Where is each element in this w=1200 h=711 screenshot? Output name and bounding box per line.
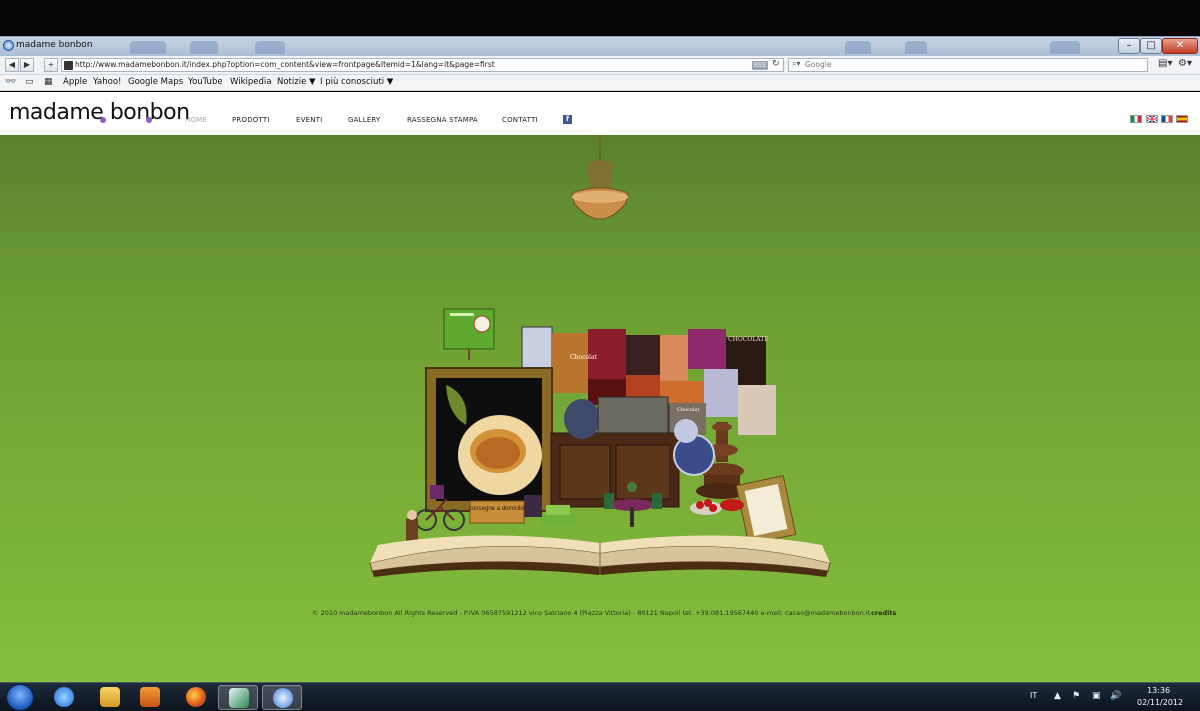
strawberries bbox=[690, 499, 744, 515]
bookmarks-bar: 👓 ▭ ▦ Apple Yahoo! Google Maps YouTube W… bbox=[0, 75, 1200, 91]
bookmark-notizie[interactable]: Notizie ▼ bbox=[277, 77, 316, 87]
ghost-tab bbox=[905, 41, 927, 54]
address-bar[interactable]: http://www.madamebonbon.it/index.php?opt… bbox=[61, 58, 784, 72]
screen: madame bonbon – □ ✕ ◀ ▶ + http://www.mad… bbox=[0, 0, 1200, 711]
menu-item-home[interactable]: HOME bbox=[185, 116, 207, 124]
windows-taskbar: IT ▲ ⚑ ▣ 🔊 13:36 02/11/2012 bbox=[0, 682, 1200, 711]
fr-flag-icon[interactable] bbox=[1161, 115, 1173, 123]
logo-bonbon-dot bbox=[100, 117, 106, 123]
ghost-tab bbox=[1050, 41, 1080, 54]
firefox-icon bbox=[186, 687, 206, 707]
top-sites-grid-icon[interactable]: ▦ bbox=[44, 77, 53, 87]
taskbar-explorer-button[interactable] bbox=[90, 685, 130, 710]
site-footer: © 2010 madamebonbon All Rights Reserved … bbox=[312, 609, 871, 617]
browser-titlebar[interactable]: madame bonbon – □ ✕ bbox=[0, 36, 1200, 56]
tray-expand-icon[interactable]: ▲ bbox=[1054, 691, 1061, 701]
taskbar-ie-button[interactable] bbox=[44, 685, 84, 710]
menu-item-prodotti[interactable]: PRODOTTI bbox=[232, 116, 270, 124]
menu-item-contatti[interactable]: CONTATTI bbox=[502, 116, 538, 124]
search-icon: ⌕▾ bbox=[792, 59, 801, 68]
search-input[interactable] bbox=[805, 60, 1135, 69]
chandelier-icon bbox=[571, 135, 629, 220]
clock-date[interactable]: 02/11/2012 bbox=[1137, 698, 1183, 707]
gear-icon[interactable]: ⚙▾ bbox=[1178, 58, 1192, 69]
menu-placard bbox=[443, 308, 495, 360]
facebook-icon[interactable]: f bbox=[563, 115, 572, 124]
taskbar-firefox-button[interactable] bbox=[176, 685, 216, 710]
delivery-sign bbox=[469, 500, 525, 524]
ghost-tab bbox=[255, 41, 285, 54]
ghost-tab bbox=[845, 41, 871, 54]
bookmark-most-visited[interactable]: I più conosciuti ▼ bbox=[320, 77, 393, 87]
reading-list-icon[interactable]: 👓 bbox=[5, 77, 16, 87]
bookmark-wikipedia[interactable]: Wikipedia bbox=[230, 77, 271, 87]
home-scene: consegne a domicilio Chocolat Chocolat C… bbox=[0, 135, 1200, 682]
poster-label: Chocolat bbox=[677, 407, 699, 413]
es-flag-icon[interactable] bbox=[1176, 115, 1188, 123]
folder-icon bbox=[100, 687, 120, 707]
bookmark-apple[interactable]: Apple bbox=[63, 77, 87, 87]
menu-item-eventi[interactable]: EVENTI bbox=[296, 116, 322, 124]
poster-label: CHOCOLATE bbox=[728, 336, 769, 343]
site-header: madame bonbon HOME PRODOTTI EVENTI GALLE… bbox=[0, 92, 1200, 135]
new-tab-button[interactable]: + bbox=[44, 58, 58, 72]
site-favicon-icon bbox=[64, 61, 73, 70]
bookmark-yahoo[interactable]: Yahoo! bbox=[93, 77, 121, 87]
media-player-icon bbox=[140, 687, 160, 707]
url-text: http://www.madamebonbon.it/index.php?opt… bbox=[75, 60, 495, 69]
poster-label: Chocolat bbox=[570, 354, 598, 361]
safari-icon bbox=[273, 688, 293, 708]
bookmark-google-maps[interactable]: Google Maps bbox=[128, 77, 183, 87]
ghost-tab bbox=[130, 41, 166, 54]
close-button[interactable]: ✕ bbox=[1162, 38, 1198, 54]
logo-bonbon-dot bbox=[146, 117, 152, 123]
window-title: madame bonbon bbox=[16, 40, 93, 50]
menu-item-gallery[interactable]: GALLERY bbox=[348, 116, 381, 124]
app-icon bbox=[229, 688, 249, 708]
bookmarks-book-icon[interactable]: ▭ bbox=[25, 77, 34, 87]
top-black-bar bbox=[0, 0, 1200, 36]
taskbar-app-button[interactable] bbox=[218, 685, 258, 710]
network-icon[interactable]: ▣ bbox=[1092, 691, 1101, 701]
page-menu-icon[interactable]: ▤▾ bbox=[1158, 58, 1172, 69]
taskbar-safari-button[interactable] bbox=[262, 685, 302, 710]
action-center-flag-icon[interactable]: ⚑ bbox=[1072, 691, 1080, 701]
uk-flag-icon[interactable] bbox=[1146, 115, 1158, 123]
taskbar-media-button[interactable] bbox=[130, 685, 170, 710]
tray-language[interactable]: IT bbox=[1030, 691, 1037, 700]
maximize-button[interactable]: □ bbox=[1140, 38, 1162, 54]
credits-link[interactable]: credits bbox=[871, 609, 896, 617]
it-flag-icon[interactable] bbox=[1130, 115, 1142, 123]
delivery-sign-label: consegne a domicilio bbox=[469, 506, 526, 512]
internet-explorer-icon bbox=[54, 687, 74, 707]
small-frame bbox=[735, 475, 797, 545]
browser-app-icon bbox=[3, 40, 14, 51]
picture-frame bbox=[425, 367, 553, 512]
bookmark-youtube[interactable]: YouTube bbox=[188, 77, 223, 87]
back-button[interactable]: ◀ bbox=[5, 58, 19, 72]
rss-badge[interactable]: RSS bbox=[752, 61, 768, 70]
minimize-button[interactable]: – bbox=[1118, 38, 1140, 54]
open-book bbox=[369, 535, 831, 577]
volume-icon[interactable]: 🔊 bbox=[1110, 691, 1121, 701]
forward-button[interactable]: ▶ bbox=[20, 58, 34, 72]
reload-icon[interactable]: ↻ bbox=[772, 59, 780, 69]
start-button[interactable] bbox=[6, 684, 34, 711]
book-illustration[interactable]: consegne a domicilio Chocolat Chocolat C… bbox=[0, 135, 1200, 682]
ghost-tab bbox=[190, 41, 218, 54]
cupboard bbox=[550, 396, 680, 508]
search-box[interactable]: ⌕▾ bbox=[788, 58, 1148, 72]
blue-plates bbox=[673, 419, 715, 476]
browser-navbar: ◀ ▶ + http://www.madamebonbon.it/index.p… bbox=[0, 56, 1200, 75]
clock-time[interactable]: 13:36 bbox=[1147, 686, 1170, 695]
menu-item-rassegna-stampa[interactable]: RASSEGNA STAMPA bbox=[407, 116, 478, 124]
